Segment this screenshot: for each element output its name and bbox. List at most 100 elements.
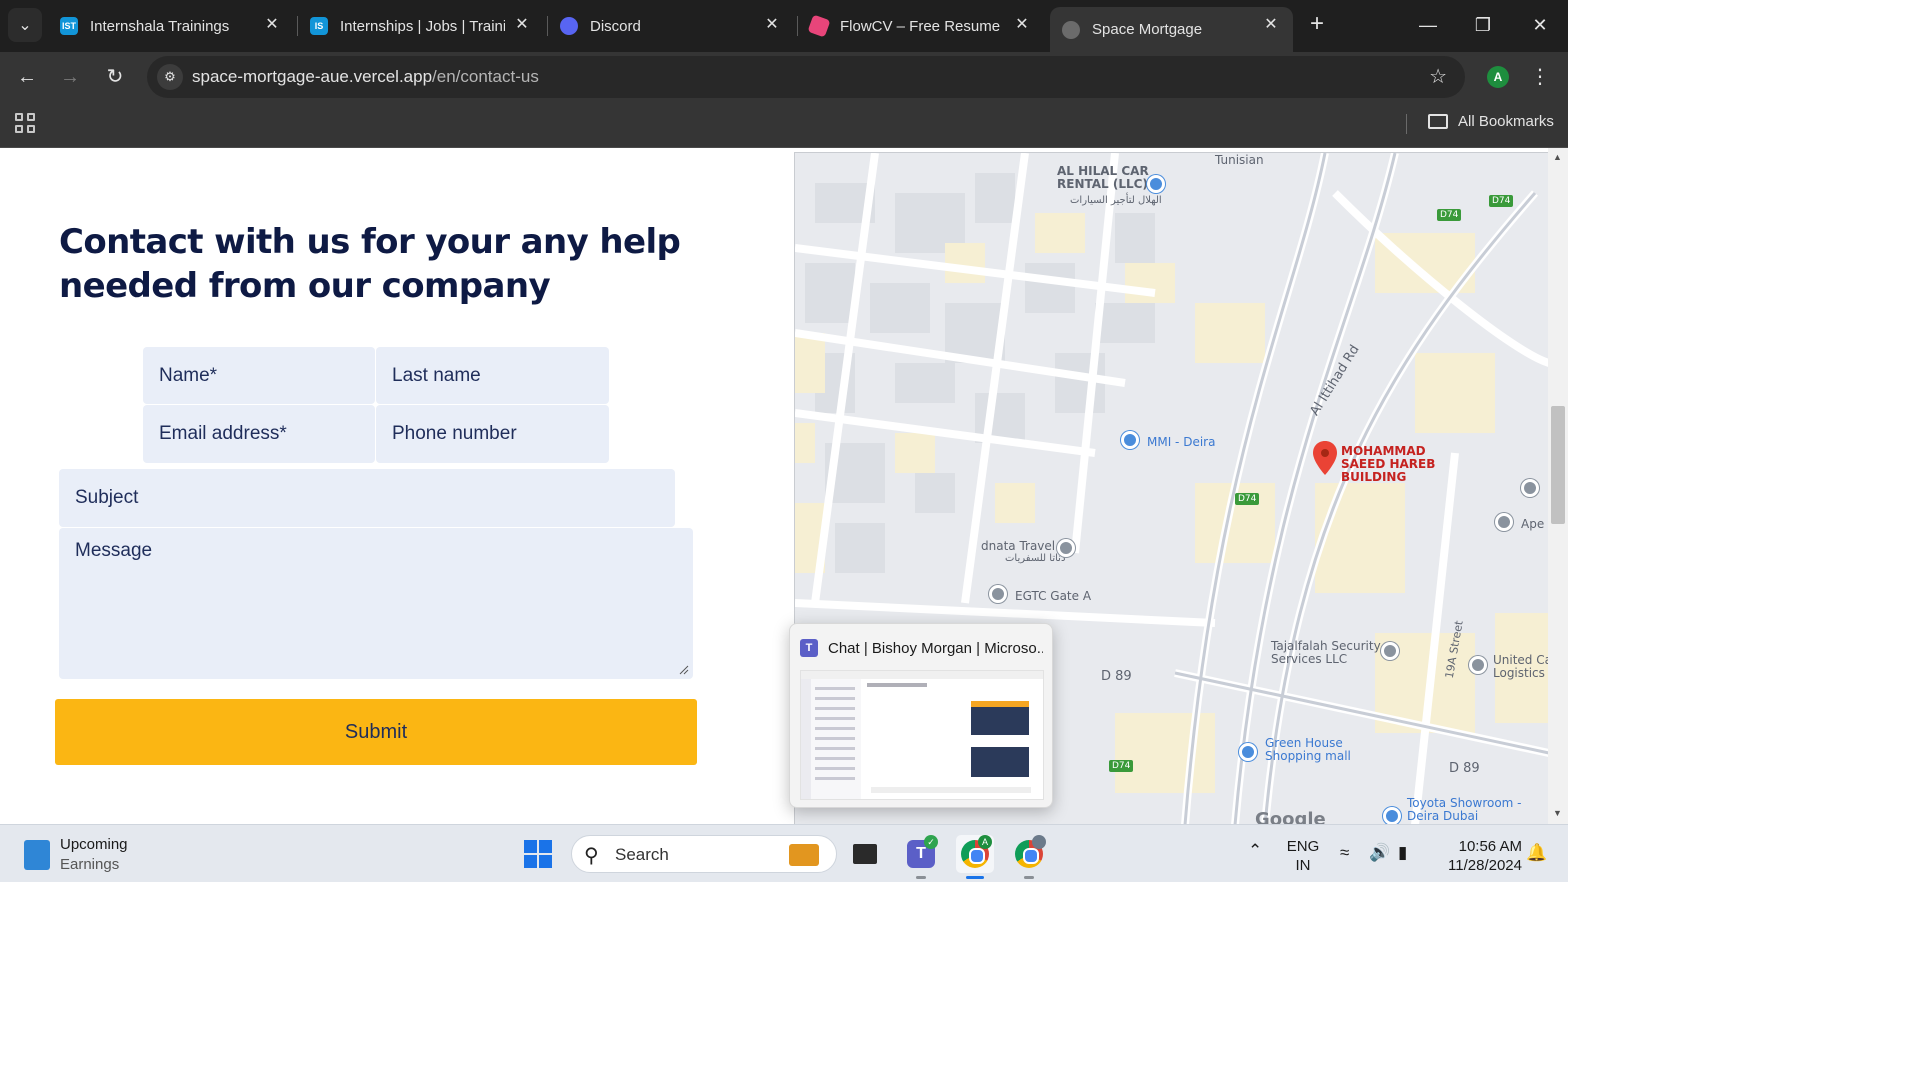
check-badge-icon: ✓ xyxy=(924,835,938,849)
tab-flowcv[interactable]: FlowCV – Free Resume Bu ✕ xyxy=(798,7,1044,45)
tab-title: FlowCV – Free Resume Bu xyxy=(840,17,1005,35)
chevron-up-icon[interactable]: ⌃ xyxy=(1248,841,1262,861)
apps-grid-icon[interactable] xyxy=(15,113,35,133)
url-host: space-mortgage-aue.vercel.app xyxy=(192,67,433,86)
map-poi-car-rental[interactable] xyxy=(1147,175,1165,193)
map-label-d89: D 89 xyxy=(1101,669,1132,684)
map-label-tunisian: Tunisian xyxy=(1215,153,1264,167)
new-tab-button[interactable]: + xyxy=(1304,12,1330,38)
language-indicator[interactable]: ENG IN xyxy=(1286,837,1320,875)
window-close-button[interactable]: ✕ xyxy=(1525,10,1555,40)
browser-toolbar: ← → ↻ ⚙ space-mortgage-aue.vercel.app/en… xyxy=(0,52,1568,102)
battery-icon[interactable]: ▮ xyxy=(1398,843,1407,863)
page-scrollbar[interactable]: ▲ ▼ xyxy=(1548,148,1568,824)
subject-input[interactable]: Subject xyxy=(59,469,675,527)
notifications-icon[interactable]: 🔔 xyxy=(1526,843,1547,863)
map-label-dnata-ar: دناتا للسفريات xyxy=(1005,553,1066,564)
tab-bar: ⌄ IST Internshala Trainings ✕ IS Interns… xyxy=(0,0,1568,52)
map-label-toyota: Toyota Showroom - Deira Dubai xyxy=(1407,796,1522,823)
search-label: Search xyxy=(615,845,669,864)
address-bar[interactable]: ⚙ space-mortgage-aue.vercel.app/en/conta… xyxy=(147,56,1465,98)
map-label-ape: Ape xyxy=(1521,517,1545,531)
last-name-input[interactable]: Last name xyxy=(376,347,609,404)
url-text[interactable]: space-mortgage-aue.vercel.app/en/contact… xyxy=(192,67,539,87)
close-icon[interactable]: ✕ xyxy=(1012,15,1032,35)
taskbar-search[interactable]: ⚲ Search xyxy=(571,835,837,873)
profile-avatar[interactable]: A xyxy=(1487,66,1509,88)
volume-icon[interactable]: 🔊 xyxy=(1369,843,1390,863)
phone-input[interactable]: Phone number xyxy=(376,405,609,463)
stocks-chart-icon xyxy=(24,840,50,870)
menu-kebab-icon[interactable]: ⋮ xyxy=(1530,64,1550,89)
resize-grip-icon[interactable] xyxy=(679,665,689,675)
restore-button[interactable]: ❐ xyxy=(1468,10,1498,40)
close-icon[interactable]: ✕ xyxy=(262,15,282,35)
minimize-button[interactable]: — xyxy=(1413,10,1443,40)
road-shield-d74: D74 xyxy=(1235,493,1260,505)
tab-space-mortgage[interactable]: Space Mortgage ✕ xyxy=(1050,7,1293,52)
taskbar-app-desktop[interactable] xyxy=(846,835,884,873)
tab-title: Discord xyxy=(590,17,641,35)
forward-button[interactable]: → xyxy=(55,62,85,92)
road-shield-d74: D74 xyxy=(1489,195,1514,207)
taskbar-app-chrome-profile[interactable]: A xyxy=(956,835,994,879)
map-poi-mmi[interactable] xyxy=(1121,431,1139,449)
tab-title: Internships | Jobs | Trainin xyxy=(340,17,505,35)
start-button[interactable] xyxy=(524,840,552,868)
windows-taskbar: Upcoming Earnings ⚲ Search T ✓ A ⌃ ENG I… xyxy=(0,824,1568,882)
close-icon[interactable]: ✕ xyxy=(512,15,532,35)
map-label-tajalfalah: Tajalfalah Security Services LLC xyxy=(1271,639,1381,666)
all-bookmarks-label: All Bookmarks xyxy=(1458,113,1554,130)
map-label-d89: D 89 xyxy=(1449,761,1480,776)
tab-discord[interactable]: Discord ✕ xyxy=(548,7,794,45)
taskbar-app-chrome[interactable] xyxy=(1010,835,1048,879)
reload-button[interactable]: ↻ xyxy=(100,62,130,92)
email-input[interactable]: Email address* xyxy=(143,405,375,463)
clock[interactable]: 10:56 AM 11/28/2024 xyxy=(1432,837,1522,875)
preview-thumbnail[interactable] xyxy=(800,670,1044,800)
wifi-icon[interactable]: ≈ xyxy=(1340,843,1349,863)
subject-placeholder: Subject xyxy=(75,487,139,508)
map-poi-united[interactable] xyxy=(1469,656,1487,674)
close-icon[interactable]: ✕ xyxy=(762,15,782,35)
submit-button[interactable]: Submit xyxy=(55,699,697,765)
bookmark-star-icon[interactable]: ☆ xyxy=(1429,64,1447,89)
taskbar-window-preview[interactable]: T Chat | Bishoy Morgan | Microso... xyxy=(789,623,1053,808)
scroll-down-icon[interactable]: ▼ xyxy=(1553,808,1562,818)
scroll-up-icon[interactable]: ▲ xyxy=(1553,152,1562,162)
page-content: Contact with us for your any help needed… xyxy=(0,148,1568,824)
taskbar-app-teams[interactable]: T ✓ xyxy=(902,835,940,879)
name-input[interactable]: Name* xyxy=(143,347,375,404)
tab-internships-jobs[interactable]: IS Internships | Jobs | Trainin ✕ xyxy=(298,7,544,45)
map-poi-green-house[interactable] xyxy=(1239,743,1257,761)
message-textarea[interactable]: Message xyxy=(59,528,693,679)
widgets-button[interactable]: Upcoming Earnings xyxy=(24,835,128,875)
language-region: IN xyxy=(1295,857,1311,874)
discord-favicon-icon xyxy=(560,17,578,35)
map-poi-tajalfalah[interactable] xyxy=(1381,642,1399,660)
message-placeholder: Message xyxy=(75,540,153,561)
map-poi-dnata[interactable] xyxy=(1057,539,1075,557)
search-icon: ⚲ xyxy=(584,845,599,867)
map-label-al-hilal-ar: الهلال لتأجير السيارات xyxy=(1070,195,1162,206)
tab-search-button[interactable]: ⌄ xyxy=(8,8,42,42)
submit-label: Submit xyxy=(344,720,408,743)
clock-time: 10:56 AM xyxy=(1458,838,1522,855)
map-pin-icon[interactable] xyxy=(1313,441,1337,475)
tab-internshala-trainings[interactable]: IST Internshala Trainings ✕ xyxy=(48,7,294,45)
chevron-down-icon: ⌄ xyxy=(18,17,32,34)
close-icon[interactable]: ✕ xyxy=(1261,15,1281,35)
map-poi-toyota[interactable] xyxy=(1383,807,1401,824)
url-path: /en/contact-us xyxy=(432,67,539,86)
site-settings-icon[interactable]: ⚙ xyxy=(157,64,183,90)
map-label-egtc: EGTC Gate A xyxy=(1015,589,1092,603)
map-poi-egtc[interactable] xyxy=(989,585,1007,603)
scroll-thumb[interactable] xyxy=(1551,406,1565,524)
email-placeholder: Email address* xyxy=(159,423,287,444)
active-indicator xyxy=(966,876,984,879)
all-bookmarks-button[interactable]: All Bookmarks xyxy=(1428,113,1554,130)
map-poi-ape[interactable] xyxy=(1495,513,1513,531)
map-poi-generic[interactable] xyxy=(1521,479,1539,497)
back-button[interactable]: ← xyxy=(12,62,42,92)
tab-title: Space Mortgage xyxy=(1092,21,1203,38)
